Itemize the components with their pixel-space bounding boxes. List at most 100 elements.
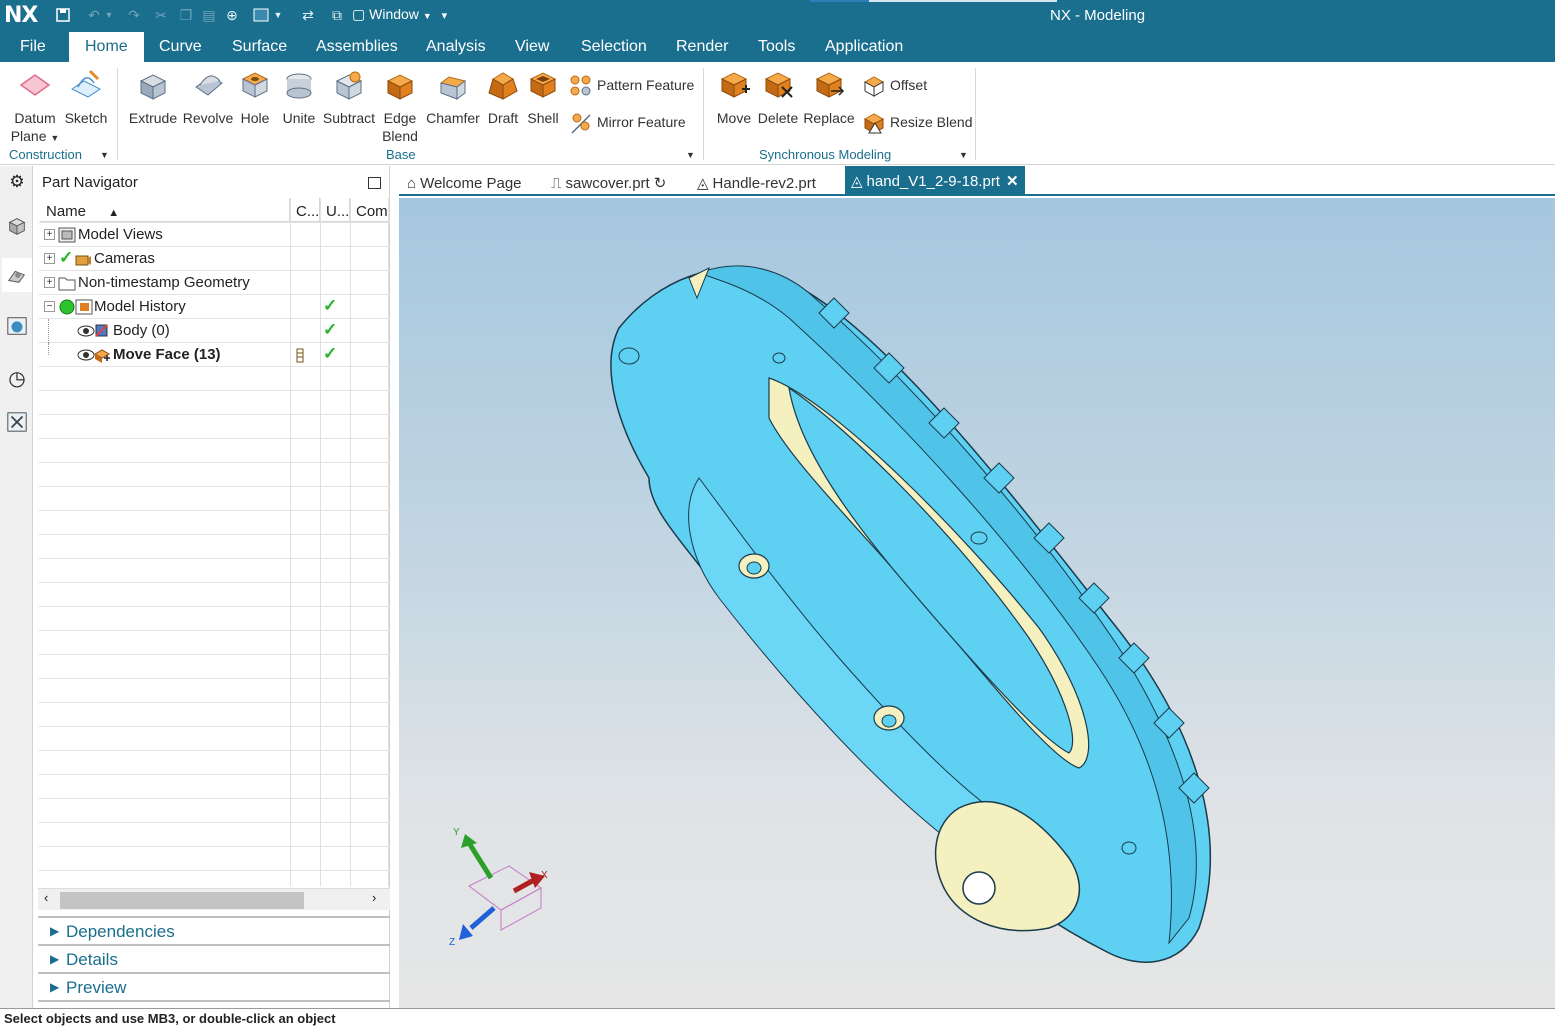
- group-base: Base: [386, 147, 416, 162]
- shell-button[interactable]: Shell: [524, 67, 562, 127]
- document-tabs: ⌂ Welcome Page ⎍ sawcover.prt ↻ ◬ Handle…: [399, 166, 1555, 196]
- undo-icon[interactable]: ↶: [84, 5, 104, 25]
- datum-plane-icon: [19, 74, 51, 96]
- status-bar: Select objects and use MB3, or double-cl…: [0, 1008, 1555, 1026]
- column-comment[interactable]: Com: [350, 198, 390, 222]
- history-clock-icon[interactable]: ◷: [5, 366, 29, 390]
- web-browser-icon[interactable]: [5, 314, 29, 338]
- sketch-button[interactable]: Sketch: [63, 67, 109, 127]
- tab-hand-v1[interactable]: ◬ hand_V1_2-9-18.prt ✕: [845, 166, 1025, 196]
- folder-icon: [58, 277, 76, 291]
- menu-tools[interactable]: Tools: [758, 38, 795, 56]
- delete-face-button[interactable]: Delete: [756, 67, 800, 127]
- construction-group-dropdown-icon[interactable]: ▼: [100, 150, 109, 160]
- edge-blend-label-2: Blend: [382, 128, 418, 144]
- resize-blend-button[interactable]: Resize Blend: [861, 109, 973, 135]
- scroll-right-icon[interactable]: ›: [372, 890, 376, 905]
- datum-plane-button[interactable]: Datum Plane ▼: [10, 67, 60, 147]
- replace-label: Replace: [803, 110, 855, 126]
- replace-face-button[interactable]: Replace: [803, 67, 855, 127]
- expand-icon[interactable]: +: [44, 229, 55, 240]
- menu-home[interactable]: Home: [69, 32, 144, 62]
- column-up-to-date[interactable]: U...: [320, 198, 350, 222]
- tab-sawcover[interactable]: ⎍ sawcover.prt ↻: [545, 170, 672, 196]
- group-separator: [117, 68, 118, 160]
- customize-qa-icon[interactable]: ▾: [442, 10, 448, 22]
- paste-icon[interactable]: ▤: [199, 5, 219, 25]
- repeat-command-icon[interactable]: ⊕: [222, 5, 242, 25]
- tab-handle-rev2[interactable]: ◬ Handle-rev2.prt: [691, 170, 822, 196]
- coordinate-triad[interactable]: Y X Z: [449, 827, 548, 948]
- menu-assemblies[interactable]: Assemblies: [316, 38, 398, 56]
- move-face-button[interactable]: Move: [712, 67, 756, 127]
- collapse-icon[interactable]: −: [44, 301, 55, 312]
- panel-dependencies[interactable]: ▶ Dependencies: [38, 916, 390, 944]
- tree-row-model-views[interactable]: + Model Views: [38, 223, 390, 247]
- settings-gear-icon[interactable]: ⚙: [5, 170, 29, 194]
- maximize-icon[interactable]: [368, 177, 381, 189]
- offset-region-button[interactable]: Offset: [861, 72, 927, 98]
- sync-group-dropdown-icon[interactable]: ▼: [959, 150, 968, 160]
- unite-button[interactable]: Unite: [278, 67, 320, 127]
- close-tab-icon[interactable]: ✕: [1006, 172, 1019, 190]
- draft-label: Draft: [487, 110, 519, 126]
- window-menu[interactable]: ▢ Window ▼ ▾: [352, 6, 447, 23]
- mirror-feature-button[interactable]: Mirror Feature: [568, 109, 686, 135]
- panel-details[interactable]: ▶ Details: [38, 944, 390, 972]
- cut-icon[interactable]: ✂: [151, 5, 171, 25]
- draft-button[interactable]: Draft: [484, 67, 522, 127]
- horizontal-scrollbar[interactable]: ‹ ›: [38, 888, 390, 910]
- panel-preview[interactable]: ▶ Preview: [38, 972, 390, 1002]
- tree-row-model-history[interactable]: − Model History ✓: [38, 295, 390, 319]
- tree-row-move-face[interactable]: Move Face (13) ✓: [38, 343, 390, 367]
- redo-icon[interactable]: ↷: [124, 5, 144, 25]
- menu-selection[interactable]: Selection: [581, 38, 647, 56]
- part-navigator-icon[interactable]: [2, 258, 32, 292]
- unite-icon: [286, 73, 312, 99]
- handle-model[interactable]: [610, 265, 1211, 963]
- tab-label: Welcome Page: [420, 174, 522, 192]
- assembly-navigator-icon[interactable]: [5, 214, 29, 238]
- viewport-canvas[interactable]: Y X Z: [399, 198, 1555, 1008]
- save-icon[interactable]: [53, 5, 73, 25]
- tree-label: Move Face (13): [113, 346, 221, 363]
- menu-surface[interactable]: Surface: [232, 38, 287, 56]
- hole-button[interactable]: Hole: [236, 67, 274, 127]
- switch-window-icon[interactable]: ⧉: [327, 5, 347, 25]
- edge-blend-button[interactable]: Edge Blend: [378, 67, 422, 145]
- tree-row-body[interactable]: Body (0) ✓: [38, 319, 390, 343]
- copy-icon[interactable]: ❐: [176, 5, 196, 25]
- menu-analysis[interactable]: Analysis: [426, 38, 486, 56]
- reuse-library-icon[interactable]: [5, 410, 29, 434]
- display-mode-icon[interactable]: [251, 5, 271, 25]
- undo-dropdown-icon[interactable]: ▼: [103, 5, 115, 25]
- column-current[interactable]: C...: [290, 198, 320, 222]
- menu-application[interactable]: Application: [825, 38, 903, 56]
- sketch-label: Sketch: [64, 110, 108, 126]
- chamfer-icon: [439, 76, 467, 100]
- menu-file[interactable]: File: [20, 38, 46, 56]
- chamfer-button[interactable]: Chamfer: [425, 67, 481, 127]
- expand-icon[interactable]: +: [44, 253, 55, 264]
- tab-welcome-page[interactable]: ⌂ Welcome Page: [401, 170, 528, 196]
- scrollbar-thumb[interactable]: [60, 892, 304, 909]
- scroll-left-icon[interactable]: ‹: [44, 890, 48, 905]
- tree-row-non-timestamp-geometry[interactable]: + Non-timestamp Geometry: [38, 271, 390, 295]
- extrude-button[interactable]: Extrude: [128, 67, 178, 127]
- pattern-feature-button[interactable]: Pattern Feature: [568, 72, 694, 98]
- revolve-button[interactable]: Revolve: [183, 67, 233, 127]
- subtract-button[interactable]: Subtract: [322, 67, 376, 127]
- tree-row-cameras[interactable]: + ✓ Cameras: [38, 247, 390, 271]
- touch-mode-icon[interactable]: ⇄: [298, 5, 318, 25]
- display-dropdown-icon[interactable]: ▼: [272, 5, 284, 25]
- menu-view[interactable]: View: [515, 38, 549, 56]
- checkmark-icon[interactable]: ✓: [59, 248, 73, 268]
- base-group-dropdown-icon[interactable]: ▼: [686, 150, 695, 160]
- menu-render[interactable]: Render: [676, 38, 728, 56]
- chevron-down-icon: ▼: [422, 11, 432, 21]
- expand-icon[interactable]: +: [44, 277, 55, 288]
- graphics-viewport[interactable]: Y X Z: [399, 198, 1555, 1008]
- menu-curve[interactable]: Curve: [159, 38, 202, 56]
- column-name[interactable]: Name ▲: [40, 198, 290, 222]
- group-synchronous-modeling: Synchronous Modeling: [759, 147, 892, 162]
